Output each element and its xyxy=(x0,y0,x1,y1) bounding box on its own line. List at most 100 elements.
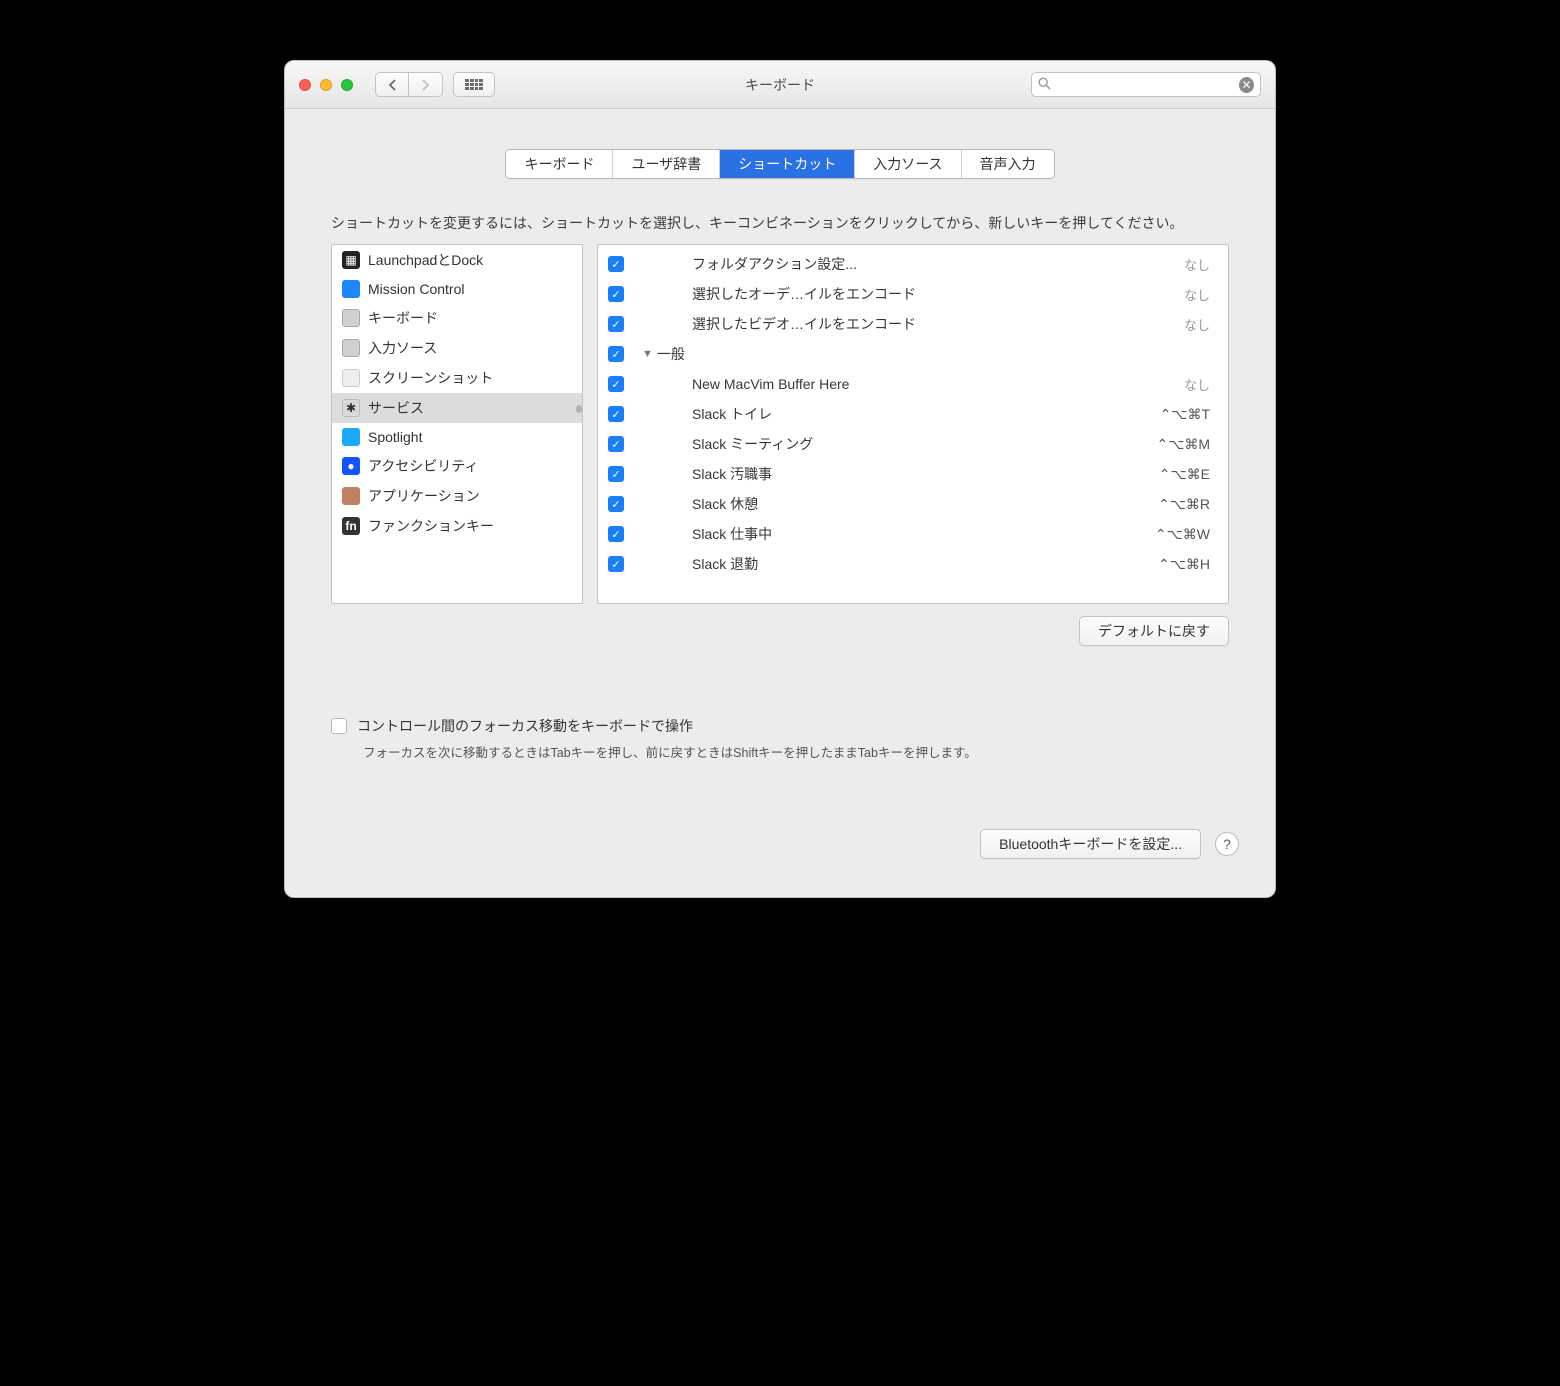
tab-input-sources[interactable]: 入力ソース xyxy=(855,150,961,178)
shortcut-row[interactable]: ✓ Slack 汚職事 ⌃⌥⌘E xyxy=(598,459,1228,489)
checkbox-icon[interactable]: ✓ xyxy=(608,436,624,452)
checkbox-icon[interactable]: ✓ xyxy=(608,256,624,272)
tab-keyboard[interactable]: キーボード xyxy=(506,150,613,178)
search-icon xyxy=(1038,77,1051,93)
instruction-text: ショートカットを変更するには、ショートカットを選択し、キーコンビネーションをクリ… xyxy=(285,191,1275,244)
sidebar-item-label: LaunchpadとDock xyxy=(368,250,483,270)
tab-text[interactable]: ユーザ辞書 xyxy=(613,150,720,178)
back-button[interactable] xyxy=(375,72,409,97)
search-field[interactable]: ✕ xyxy=(1031,72,1261,97)
shortcut-key[interactable]: ⌃⌥⌘H xyxy=(1158,556,1210,573)
launchpad-icon: ▦ xyxy=(342,251,360,269)
shortcut-row[interactable]: ✓ Slack ミーティング ⌃⌥⌘M xyxy=(598,429,1228,459)
search-input[interactable] xyxy=(1057,77,1233,92)
shortcut-key[interactable]: なし xyxy=(1184,315,1210,334)
sidebar-item-label: Mission Control xyxy=(368,281,464,297)
checkbox-label: コントロール間のフォーカス移動をキーボードで操作 xyxy=(357,716,693,736)
shortcut-label: Slack ミーティング xyxy=(692,434,1156,454)
nav-buttons xyxy=(375,72,443,97)
shortcut-row[interactable]: ✓ Slack 休憩 ⌃⌥⌘R xyxy=(598,489,1228,519)
sidebar-item-label: Spotlight xyxy=(368,429,422,445)
shortcut-row[interactable]: ✓ Slack トイレ ⌃⌥⌘T xyxy=(598,399,1228,429)
shortcut-label: Slack 仕事中 xyxy=(692,524,1155,544)
sidebar-item-label: アプリケーション xyxy=(368,486,480,506)
sidebar-item-label: 入力ソース xyxy=(368,338,437,358)
shortcut-row[interactable]: ✓ 選択したオーデ…イルをエンコード なし xyxy=(598,279,1228,309)
checkbox-icon[interactable]: ✓ xyxy=(608,496,624,512)
shortcut-group-header[interactable]: ✓ ▼ 一般 xyxy=(598,339,1228,369)
shortcut-key[interactable]: ⌃⌥⌘R xyxy=(1158,496,1210,513)
sidebar-item-mission-control[interactable]: Mission Control xyxy=(332,275,582,303)
screenshot-icon xyxy=(342,369,360,387)
checkbox-icon[interactable]: ✓ xyxy=(608,346,624,362)
shortcut-label: Slack トイレ xyxy=(692,404,1160,424)
shortcut-row[interactable]: ✓ 選択したビデオ…イルをエンコード なし xyxy=(598,309,1228,339)
checkbox-icon[interactable]: ✓ xyxy=(608,316,624,332)
tab-shortcuts[interactable]: ショートカット xyxy=(720,150,855,178)
shortcut-row[interactable]: ✓ Slack 仕事中 ⌃⌥⌘W xyxy=(598,519,1228,549)
grid-icon xyxy=(465,79,483,91)
group-label: 一般 xyxy=(657,344,1210,364)
sidebar-item-input-sources[interactable]: 入力ソース xyxy=(332,333,582,363)
checkbox-icon[interactable]: ✓ xyxy=(608,286,624,302)
shortcut-row[interactable]: ✓ New MacVim Buffer Here なし xyxy=(598,369,1228,399)
titlebar: キーボード ✕ xyxy=(285,61,1275,109)
sidebar-item-keyboard[interactable]: キーボード xyxy=(332,303,582,333)
shortcut-row[interactable]: ✓ Slack 退勤 ⌃⌥⌘H xyxy=(598,549,1228,579)
checkbox-icon[interactable]: ✓ xyxy=(608,526,624,542)
checkbox-icon[interactable]: ✓ xyxy=(608,466,624,482)
shortcut-key[interactable]: なし xyxy=(1184,285,1210,304)
forward-button[interactable] xyxy=(409,72,443,97)
zoom-icon[interactable] xyxy=(341,79,353,91)
checkbox-hint: フォーカスを次に移動するときはTabキーを押し、前に戻すときはShiftキーを押… xyxy=(285,742,1275,761)
sidebar-item-spotlight[interactable]: Spotlight xyxy=(332,423,582,451)
shortcut-key[interactable]: ⌃⌥⌘E xyxy=(1159,466,1210,483)
shortcut-key[interactable]: なし xyxy=(1184,255,1210,274)
restore-defaults-button[interactable]: デフォルトに戻す xyxy=(1079,616,1229,646)
checkbox-icon[interactable]: ✓ xyxy=(608,556,624,572)
shortcut-label: フォルダアクション設定... xyxy=(692,254,1184,274)
sidebar-item-label: サービス xyxy=(368,398,424,418)
fn-icon: fn xyxy=(342,517,360,535)
category-list[interactable]: ▦ LaunchpadとDock Mission Control キーボード 入力… xyxy=(331,244,583,604)
sidebar-item-screenshots[interactable]: スクリーンショット xyxy=(332,363,582,393)
sidebar-item-label: アクセシビリティ xyxy=(368,456,478,476)
shortcut-list[interactable]: ✓ ✓ フォルダアクション設定... なし ✓ 選択したオーデ…イルをエンコード… xyxy=(597,244,1229,604)
bluetooth-keyboard-button[interactable]: Bluetoothキーボードを設定... xyxy=(980,829,1201,859)
shortcut-label: Slack 休憩 xyxy=(692,494,1158,514)
sidebar-item-function-keys[interactable]: fn ファンクションキー xyxy=(332,511,582,541)
tab-bar: キーボード ユーザ辞書 ショートカット 入力ソース 音声入力 xyxy=(505,149,1054,179)
shortcut-label: Slack 退勤 xyxy=(692,554,1158,574)
shortcut-key[interactable]: ⌃⌥⌘M xyxy=(1156,436,1210,453)
sidebar-item-services[interactable]: ✱サービス xyxy=(332,393,582,423)
sidebar-item-label: キーボード xyxy=(368,308,438,328)
checkbox-icon[interactable] xyxy=(331,718,347,734)
close-icon[interactable] xyxy=(299,79,311,91)
minimize-icon[interactable] xyxy=(320,79,332,91)
sidebar-item-label: ファンクションキー xyxy=(368,516,494,536)
keyboard-icon xyxy=(342,309,360,327)
scrollbar[interactable] xyxy=(576,405,582,413)
mission-control-icon xyxy=(342,280,360,298)
shortcut-label: Slack 汚職事 xyxy=(692,464,1159,484)
sidebar-item-accessibility[interactable]: ●アクセシビリティ xyxy=(332,451,582,481)
shortcut-row[interactable]: ✓ フォルダアクション設定... なし xyxy=(598,249,1228,279)
input-sources-icon xyxy=(342,339,360,357)
shortcut-key[interactable]: ⌃⌥⌘T xyxy=(1160,406,1210,423)
checkbox-icon[interactable]: ✓ xyxy=(608,376,624,392)
shortcut-key[interactable]: ⌃⌥⌘W xyxy=(1155,526,1210,543)
tab-dictation[interactable]: 音声入力 xyxy=(962,150,1054,178)
shortcut-key[interactable]: なし xyxy=(1184,375,1210,394)
shortcut-label: 選択したビデオ…イルをエンコード xyxy=(692,314,1184,334)
checkbox-icon[interactable]: ✓ xyxy=(608,406,624,422)
show-all-button[interactable] xyxy=(453,72,495,97)
sidebar-item-launchpad[interactable]: ▦ LaunchpadとDock xyxy=(332,245,582,275)
preferences-window: キーボード ✕ キーボード ユーザ辞書 ショートカット 入力ソース 音声入力 シ… xyxy=(284,60,1276,898)
help-button[interactable]: ? xyxy=(1215,832,1239,856)
spotlight-icon xyxy=(342,428,360,446)
sidebar-item-app[interactable]: アプリケーション xyxy=(332,481,582,511)
disclosure-triangle-icon[interactable]: ▼ xyxy=(642,348,653,360)
clear-search-icon[interactable]: ✕ xyxy=(1239,77,1254,93)
app-icon xyxy=(342,487,360,505)
keyboard-navigation-checkbox[interactable]: コントロール間のフォーカス移動をキーボードで操作 xyxy=(285,646,1275,742)
